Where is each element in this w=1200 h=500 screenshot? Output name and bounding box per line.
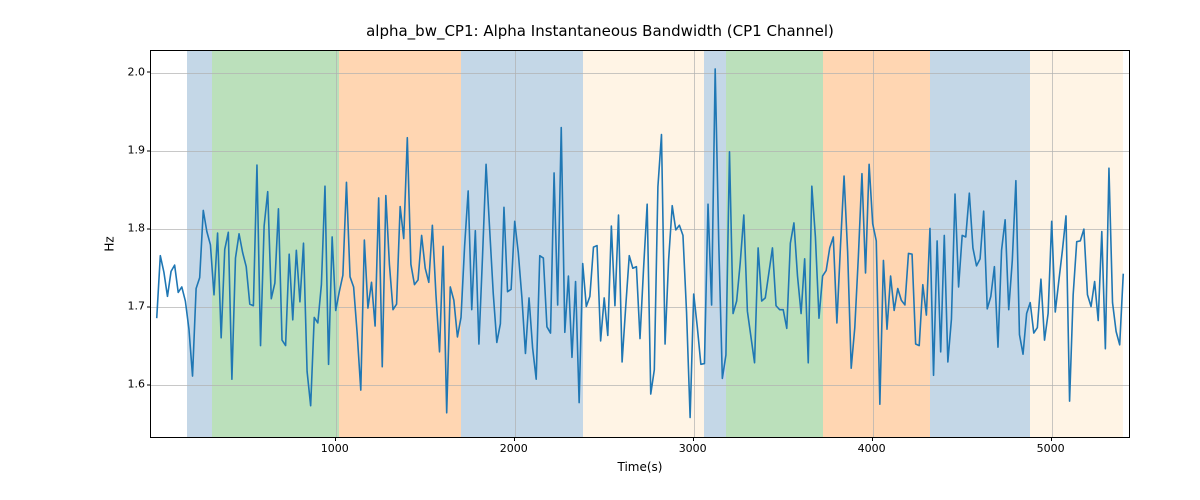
x-tick: 2000 — [500, 442, 528, 455]
x-tick: 5000 — [1037, 442, 1065, 455]
y-tick: 1.9 — [115, 144, 145, 157]
y-tick: 1.7 — [115, 300, 145, 313]
y-tick: 2.0 — [115, 65, 145, 78]
chart-title: alpha_bw_CP1: Alpha Instantaneous Bandwi… — [0, 22, 1200, 40]
x-tick: 3000 — [679, 442, 707, 455]
x-axis-label: Time(s) — [150, 460, 1130, 474]
y-tick: 1.6 — [115, 378, 145, 391]
x-tick: 1000 — [321, 442, 349, 455]
figure: alpha_bw_CP1: Alpha Instantaneous Bandwi… — [0, 0, 1200, 500]
plot-area — [150, 50, 1130, 438]
y-tick: 1.8 — [115, 222, 145, 235]
x-tick: 4000 — [858, 442, 886, 455]
line-series — [151, 51, 1129, 437]
